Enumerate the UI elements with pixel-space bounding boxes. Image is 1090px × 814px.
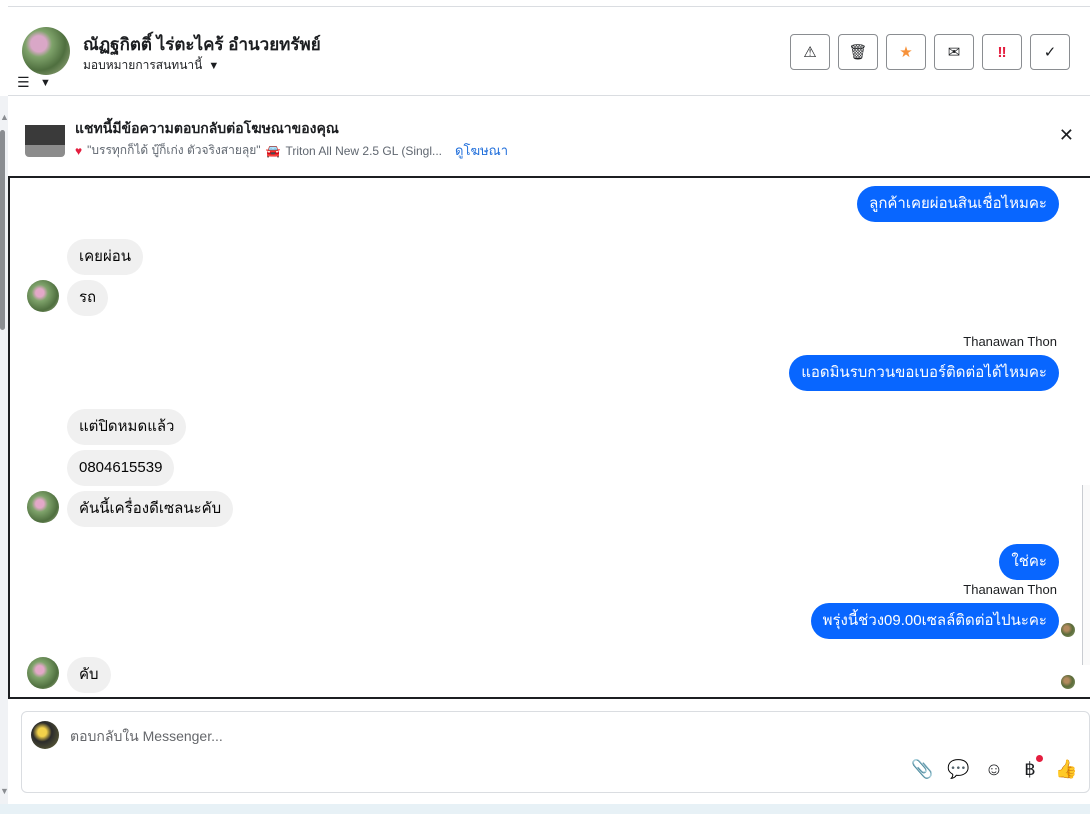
- contact-avatar[interactable]: [22, 27, 70, 75]
- message-bubble-in[interactable]: รถ: [67, 280, 109, 316]
- conversation-header: ☰ ▼ ณัฏฐกิตติ์ ไร่ตะไคร้ อำนวยทรัพย์ มอบ…: [8, 7, 1090, 96]
- ad-thumbnail[interactable]: [25, 117, 65, 157]
- ad-product: Triton All New 2.5 GL (Singl...: [285, 143, 443, 158]
- reply-input[interactable]: [70, 728, 870, 744]
- chevron-down-icon: ▼: [208, 59, 220, 72]
- contact-name[interactable]: ณัฏฐกิตติ์ ไร่ตะไคร้ อำนวยทรัพย์: [83, 31, 321, 58]
- trash-icon: 🗑: [848, 44, 868, 61]
- emoji-icon[interactable]: ☺: [983, 759, 1005, 780]
- read-receipt-avatar: [1061, 623, 1075, 637]
- chevron-down-icon[interactable]: ▼: [40, 77, 51, 89]
- message-bubble-out[interactable]: ใช่คะ: [999, 544, 1059, 580]
- side-panel-edge[interactable]: [1082, 485, 1090, 665]
- ad-reply-banner: แชทนี้มีข้อความตอบกลับต่อโฆษณาของคุณ ♥ "…: [8, 97, 1090, 175]
- notification-dot: [1036, 755, 1043, 762]
- assign-conversation-dropdown[interactable]: มอบหมายการสนทนานี้ ▼: [83, 56, 219, 75]
- message-bubble-out[interactable]: ลูกค้าเคยผ่อนสินเชื่อไหมคะ: [857, 186, 1059, 222]
- ad-banner-title: แชทนี้มีข้อความตอบกลับต่อโฆษณาของคุณ: [75, 120, 339, 136]
- message-bubble-in[interactable]: เคยผ่อน: [67, 239, 144, 275]
- paperclip-icon[interactable]: 📎: [911, 759, 933, 780]
- thumbs-up-icon[interactable]: 👍: [1055, 759, 1077, 780]
- sender-name: Thanawan Thon: [963, 582, 1057, 597]
- double-exclamation-icon: ‼: [997, 43, 1007, 61]
- warning-button[interactable]: ⚠: [790, 34, 830, 70]
- message-bubble-in[interactable]: คันนี้เครื่องดีเซลนะคับ: [67, 491, 234, 527]
- header-actions: ⚠ 🗑 ★ ✉ ‼ ✓: [790, 34, 1070, 70]
- view-ad-link[interactable]: ดูโฆษณา: [455, 140, 508, 161]
- scroll-down-icon[interactable]: ▼: [0, 786, 9, 796]
- bottom-bar: [0, 804, 1090, 814]
- delete-button[interactable]: 🗑: [838, 34, 878, 70]
- message-bubble-out[interactable]: แอดมินรบกวนขอเบอร์ติดต่อได้ไหมคะ: [789, 355, 1059, 391]
- contact-avatar-small[interactable]: [27, 657, 59, 689]
- message-bubble-out[interactable]: พรุ่งนี้ช่วง09.00เซลล์ติดต่อไปนะคะ: [810, 603, 1059, 639]
- reply-composer: 📎 💬 ☺ ฿ 👍: [21, 711, 1090, 793]
- heart-icon: ♥: [75, 143, 83, 158]
- message-bubble-in[interactable]: 0804615539: [67, 450, 175, 486]
- message-thread[interactable]: ลูกค้าเคยผ่อนสินเชื่อไหมคะ เคยผ่อน รถ Th…: [8, 176, 1090, 699]
- sender-name: Thanawan Thon: [963, 334, 1057, 349]
- sliders-icon[interactable]: ☰: [17, 74, 30, 91]
- star-icon: ★: [899, 44, 913, 61]
- close-icon[interactable]: ✕: [1059, 125, 1074, 146]
- urgent-button[interactable]: ‼: [982, 34, 1022, 70]
- page-avatar: [31, 721, 59, 749]
- mark-unread-button[interactable]: ✉: [934, 34, 974, 70]
- envelope-open-icon: ✉: [947, 44, 961, 61]
- contact-avatar-small[interactable]: [27, 280, 59, 312]
- assign-label: มอบหมายการสนทนานี้: [83, 58, 203, 72]
- done-button[interactable]: ✓: [1030, 34, 1070, 70]
- star-button[interactable]: ★: [886, 34, 926, 70]
- composer-toolbar: 📎 💬 ☺ ฿ 👍: [911, 755, 1077, 780]
- saved-reply-icon[interactable]: 💬: [947, 759, 969, 780]
- car-icon: 🚘: [265, 143, 281, 158]
- read-receipt-avatar: [1061, 675, 1075, 689]
- message-bubble-in[interactable]: คับ: [67, 657, 111, 693]
- ad-banner-subtitle: ♥ "บรรทุกก็ได้ บู๊ก็เก่ง ตัวจริงสายลุย" …: [75, 140, 508, 161]
- warning-icon: ⚠: [803, 44, 817, 61]
- message-bubble-in[interactable]: แต่ปิดหมดแล้ว: [67, 409, 187, 445]
- contact-avatar-small[interactable]: [27, 491, 59, 523]
- baht-payment-icon[interactable]: ฿: [1019, 755, 1043, 780]
- check-icon: ✓: [1043, 44, 1057, 61]
- left-scrollbar-thumb[interactable]: [0, 130, 5, 330]
- ad-quote: "บรรทุกก็ได้ บู๊ก็เก่ง ตัวจริงสายลุย": [87, 143, 261, 157]
